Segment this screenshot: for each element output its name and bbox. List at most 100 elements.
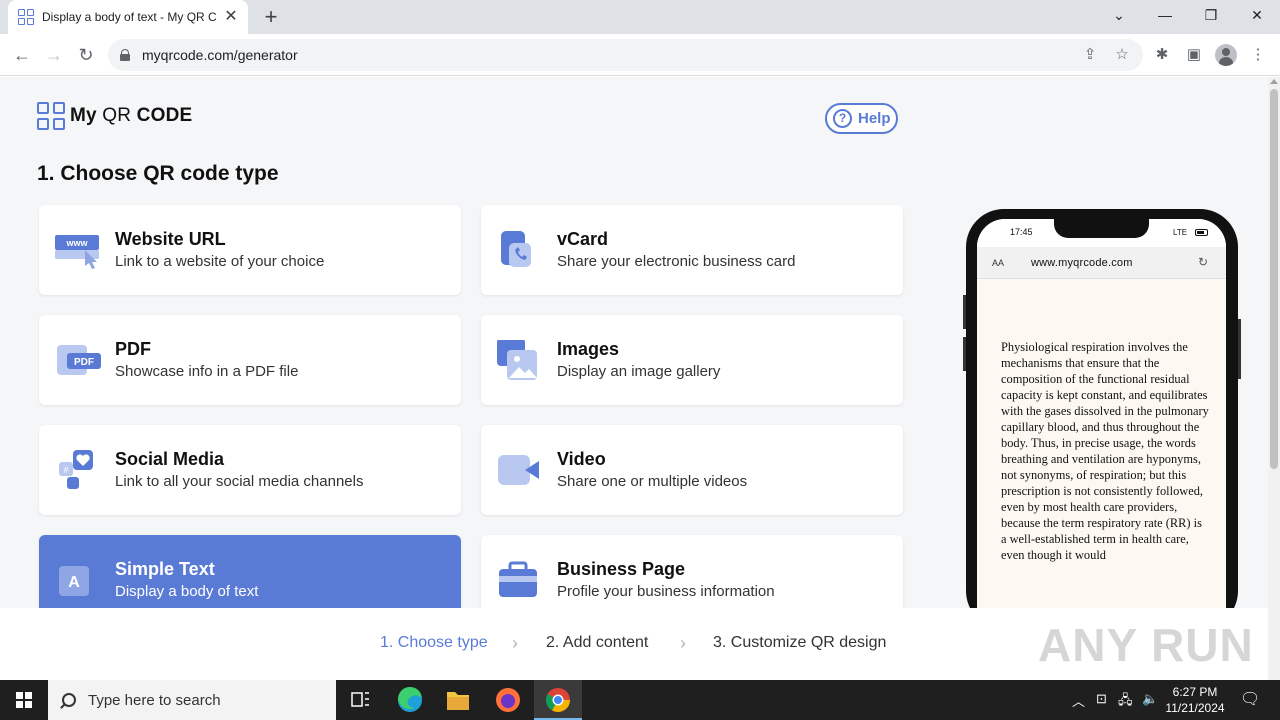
card-images[interactable]: Images Display an image gallery [481,315,903,405]
website-url-icon: www [55,235,99,269]
tray-usb-icon[interactable]: ⊡ [1096,691,1107,707]
site-logo[interactable]: My QR CODE [37,102,192,130]
chevron-right-icon: › [680,633,686,653]
vcard-phone-icon [501,231,531,267]
phone-volume-up [963,295,966,329]
step-add-content[interactable]: 2. Add content [546,634,648,652]
step-choose-type[interactable]: 1. Choose type [380,634,488,652]
phone-volume-down [963,337,966,371]
help-button[interactable]: ? Help [825,103,898,134]
page-scrollbar[interactable] [1268,77,1280,680]
page-title: 1. Choose QR code type [37,162,279,185]
edge-icon [397,686,422,712]
card-title: Social Media [115,449,225,469]
step-customize-design[interactable]: 3. Customize QR design [713,634,886,652]
volume-icon[interactable]: 🔈 [1142,691,1158,707]
card-title: Website URL [115,229,226,249]
minimize-button[interactable]: — [1142,0,1188,30]
task-view-icon [351,692,369,707]
back-button[interactable]: ← [9,42,35,68]
clock-time: 6:27 PM [1172,685,1218,699]
notification-icon[interactable]: 🗨 [1240,689,1260,709]
simple-text-icon: A [59,566,89,596]
scrollbar-thumb[interactable] [1270,89,1278,469]
card-simple-text[interactable]: A Simple Text Display a body of text [39,535,461,608]
card-title: Business Page [557,559,686,579]
tab-search-button[interactable]: ⌄ [1096,0,1142,30]
card-title: Images [557,339,620,359]
share-icon[interactable]: ⇪ [1080,45,1100,65]
windows-logo-icon [16,692,32,708]
clock-date: 11/21/2024 [1165,701,1225,715]
search-icon [62,693,76,707]
logo-my: My [70,105,97,126]
chrome-icon [545,688,570,713]
briefcase-icon [499,561,537,597]
taskbar-firefox[interactable] [484,680,532,720]
new-tab-button[interactable]: + [258,4,284,30]
images-gallery-icon [497,340,537,380]
taskbar-clock[interactable]: 6:27 PM 11/21/2024 [1160,684,1230,716]
phone-notch [1054,219,1149,238]
preview-body-text: Physiological respiration involves the m… [1001,340,1209,562]
taskbar-chrome[interactable] [534,680,582,720]
phone-reload-icon: ↻ [1198,255,1209,269]
logo-code: CODE [136,105,193,126]
card-description: Share your electronic business card [557,253,796,270]
restore-button[interactable]: ❐ [1188,0,1234,30]
pdf-icon: PDF [57,345,101,375]
scroll-up-icon[interactable] [1270,79,1278,84]
task-view-button[interactable] [336,680,384,720]
avatar-icon [1215,44,1237,66]
tab-close-icon[interactable]: ✕ [222,8,240,26]
chrome-menu-icon[interactable]: ⋮ [1247,44,1269,66]
taskbar-edge[interactable] [386,680,434,720]
side-panel-icon[interactable]: ▣ [1183,44,1205,66]
chevron-right-icon: › [512,633,518,653]
lock-icon[interactable] [120,49,130,61]
card-description: Share one or multiple videos [557,473,748,490]
generator-page: My QR CODE ? Help 1. Choose QR code type… [0,77,1268,608]
reload-button[interactable]: ↻ [73,42,99,68]
forward-button[interactable]: → [41,42,67,68]
extensions-puzzle-icon[interactable]: ✱ [1151,44,1173,66]
card-pdf[interactable]: PDF PDF Showcase info in a PDF file [39,315,461,405]
card-vcard[interactable]: vCard Share your electronic business car… [481,205,903,295]
network-icon[interactable]: 🖧 [1118,691,1133,713]
svg-text:A: A [68,574,80,591]
start-button[interactable] [0,680,48,720]
card-title: Video [557,449,606,469]
social-media-icon: # [59,450,93,489]
phone-power-button [1238,319,1241,379]
card-video[interactable]: Video Share one or multiple videos [481,425,903,515]
url-text: myqrcode.com/generator [142,47,298,63]
card-website-url[interactable]: www Website URL Link to a website of you… [39,205,461,295]
close-window-button[interactable]: ✕ [1234,0,1280,30]
anyrun-watermark: ANY RUN [1038,619,1254,671]
card-description: Showcase info in a PDF file [115,363,299,380]
browser-toolbar: ← → ↻ myqrcode.com/generator ⇪ ☆ ✱ ▣ ⋮ [0,34,1280,76]
bookmark-star-icon[interactable]: ☆ [1112,45,1132,65]
address-bar[interactable]: myqrcode.com/generator ⇪ ☆ [108,39,1143,71]
taskbar-file-explorer[interactable] [434,680,482,720]
wizard-steps: 1. Choose type › 2. Add content › 3. Cus… [0,608,1268,680]
card-description: Display a body of text [115,583,259,600]
search-placeholder: Type here to search [88,691,221,709]
tray-chevron-up-icon[interactable]: ︿ [1072,691,1085,710]
phone-preview: 17:45 LTE AA www.myqrcode.com ↻ Physiolo… [963,209,1241,608]
text-size-label: AA [992,258,1005,268]
phone-time: 17:45 [1010,227,1033,237]
browser-tab[interactable]: Display a body of text - My QR C ✕ [8,0,248,34]
profile-button[interactable] [1215,44,1237,66]
qr-favicon-icon [18,9,34,25]
card-social-media[interactable]: # Social Media Link to all your social m… [39,425,461,515]
video-camera-icon [498,455,539,485]
svg-text:www: www [65,238,88,248]
firefox-icon [496,688,520,712]
card-title: vCard [557,229,609,249]
phone-network: LTE [1173,228,1188,237]
card-description: Link to all your social media channels [115,473,364,490]
taskbar-search[interactable]: Type here to search [48,680,336,720]
card-business-page[interactable]: Business Page Profile your business info… [481,535,903,608]
card-title: PDF [115,339,151,359]
